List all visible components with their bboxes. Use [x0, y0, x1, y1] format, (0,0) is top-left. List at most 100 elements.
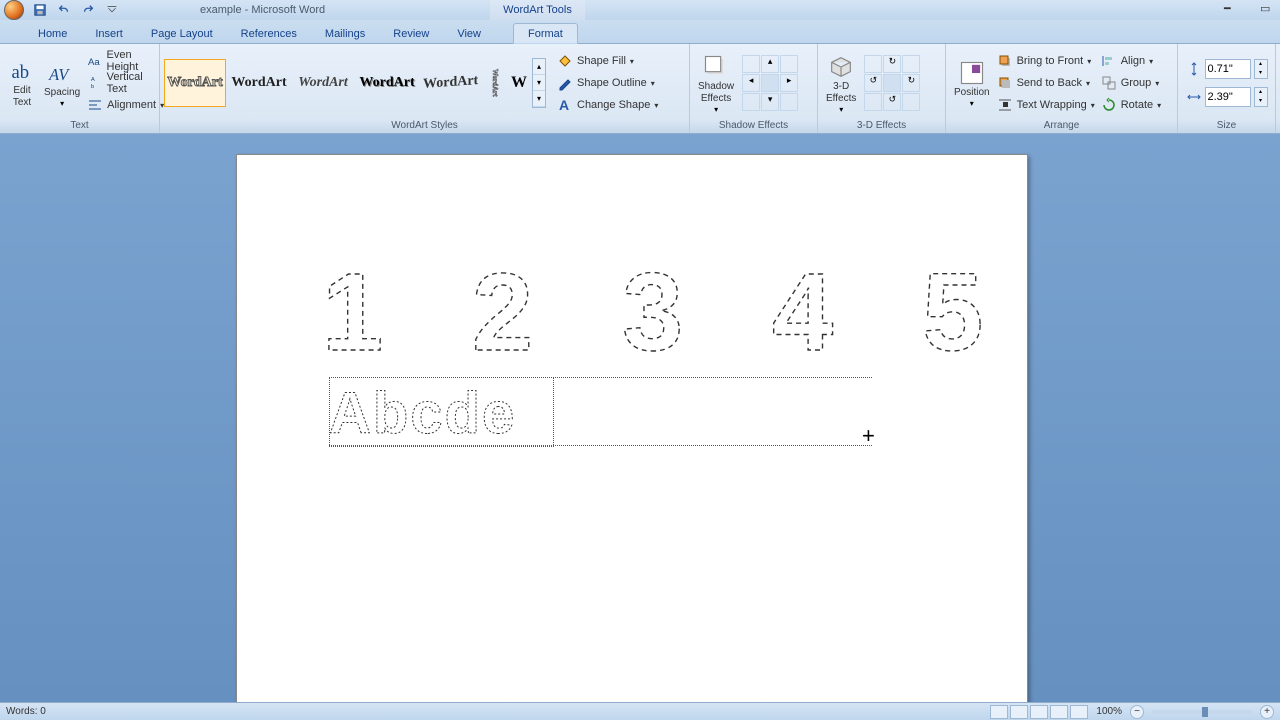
nudge-shadow-down[interactable]: ▾ [761, 93, 779, 111]
edit-text-button[interactable]: ab Edit Text [4, 55, 40, 111]
status-words: Words: 0 [6, 706, 46, 717]
edit-text-icon: ab [8, 57, 36, 85]
height-down[interactable]: ▾ [1255, 69, 1267, 78]
qat-customize[interactable] [101, 1, 123, 19]
gallery-scroll-down[interactable]: ▾ [533, 75, 545, 91]
maximize-button[interactable]: ▭ [1260, 2, 1274, 16]
gallery-more[interactable]: ▾ [533, 91, 545, 107]
ribbon: ab Edit Text AV Spacing ▾ Aa Even Height… [0, 44, 1280, 134]
wordart-style-2[interactable]: WordArt [228, 59, 290, 107]
3d-effects-button[interactable]: 3-D Effects ▾ [822, 51, 860, 116]
tilt-left[interactable]: ↺ [864, 74, 882, 92]
group-size: ▴▾ ▴▾ Size [1178, 44, 1276, 133]
send-to-back-button[interactable]: Send to Back ▾ [994, 72, 1098, 94]
nudge-shadow-up[interactable]: ▴ [761, 55, 779, 73]
view-full-screen[interactable] [1010, 705, 1028, 719]
chevron-down-icon: ▾ [1087, 57, 1091, 66]
nudge-shadow-up-left[interactable] [742, 55, 760, 73]
tilt-right[interactable]: ↻ [902, 74, 920, 92]
tilt-up-left[interactable] [864, 55, 882, 73]
spacing-button[interactable]: AV Spacing ▾ [40, 57, 84, 110]
tilt-down-right[interactable] [902, 93, 920, 111]
tab-home[interactable]: Home [24, 24, 81, 43]
qat-redo[interactable] [77, 1, 99, 19]
zoom-in[interactable]: + [1260, 705, 1274, 719]
nudge-shadow-right[interactable]: ▸ [780, 74, 798, 92]
wordart-style-7[interactable]: W [508, 59, 530, 107]
wordart-style-4[interactable]: WordArt [356, 59, 418, 107]
change-shape-icon: A [557, 97, 573, 113]
shape-fill-button[interactable]: Shape Fill ▾ [554, 50, 661, 72]
number-3: 3 [617, 255, 697, 365]
wordart-style-1[interactable]: WordArt [164, 59, 226, 107]
tilt-down[interactable]: ↺ [883, 93, 901, 111]
shadow-toggle[interactable] [761, 74, 779, 92]
svg-text:Aa: Aa [88, 57, 100, 68]
qat-undo[interactable] [53, 1, 75, 19]
tilt-up-right[interactable] [902, 55, 920, 73]
height-input[interactable] [1205, 59, 1251, 79]
tab-review[interactable]: Review [379, 24, 443, 43]
tab-references[interactable]: References [227, 24, 311, 43]
send-back-icon [997, 75, 1013, 91]
svg-text:1: 1 [322, 255, 383, 365]
rotate-button[interactable]: Rotate ▾ [1098, 94, 1164, 116]
tab-view[interactable]: View [443, 24, 495, 43]
3d-toggle[interactable] [883, 74, 901, 92]
wordart-style-3[interactable]: WordArt [292, 59, 354, 107]
zoom-slider[interactable] [1152, 710, 1252, 714]
position-icon [958, 59, 986, 87]
height-up[interactable]: ▴ [1255, 60, 1267, 69]
align-icon [1101, 53, 1117, 69]
even-height-button[interactable]: Aa Even Height [84, 50, 167, 72]
view-print-layout[interactable] [990, 705, 1008, 719]
wordart-style-5[interactable]: WordArt [420, 59, 482, 107]
text-wrap-icon [997, 97, 1013, 113]
tab-format[interactable]: Format [513, 23, 578, 44]
even-height-icon: Aa [87, 53, 102, 69]
office-button[interactable] [4, 0, 24, 20]
gallery-scroll-up[interactable]: ▴ [533, 59, 545, 75]
position-button[interactable]: Position ▾ [950, 57, 994, 110]
minimize-button[interactable]: ━ [1224, 2, 1238, 16]
document-area[interactable]: 12345 Abcde + [0, 134, 1280, 702]
svg-text:b: b [91, 84, 94, 90]
wordart-style-6[interactable]: WordArt [484, 59, 506, 107]
nudge-shadow-down-left[interactable] [742, 93, 760, 111]
chevron-down-icon: ▾ [651, 79, 655, 88]
zoom-out[interactable]: − [1130, 705, 1144, 719]
tilt-up[interactable]: ↻ [883, 55, 901, 73]
align-button[interactable]: Align ▾ [1098, 50, 1164, 72]
width-up[interactable]: ▴ [1255, 88, 1267, 97]
tab-mailings[interactable]: Mailings [311, 24, 379, 43]
spacing-icon: AV [48, 59, 76, 87]
view-outline[interactable] [1050, 705, 1068, 719]
tilt-down-left[interactable] [864, 93, 882, 111]
bring-to-front-button[interactable]: Bring to Front ▾ [994, 50, 1098, 72]
gallery-scroll: ▴ ▾ ▾ [532, 58, 546, 108]
alignment-button[interactable]: Alignment ▾ [84, 94, 167, 116]
wordart-numbers[interactable]: 12345 [317, 255, 997, 365]
width-down[interactable]: ▾ [1255, 97, 1267, 106]
width-input[interactable] [1205, 87, 1251, 107]
zoom-label[interactable]: 100% [1096, 706, 1122, 717]
tab-page-layout[interactable]: Page Layout [137, 24, 227, 43]
nudge-shadow-down-right[interactable] [780, 93, 798, 111]
svg-text:4: 4 [772, 255, 833, 365]
chevron-down-icon [105, 3, 119, 17]
view-draft[interactable] [1070, 705, 1088, 719]
shadow-effects-button[interactable]: Shadow Effects ▾ [694, 51, 738, 116]
nudge-shadow-left[interactable]: ◂ [742, 74, 760, 92]
chevron-down-icon: ▾ [1091, 101, 1095, 110]
shape-outline-button[interactable]: Shape Outline ▾ [554, 72, 661, 94]
group-button[interactable]: Group ▾ [1098, 72, 1164, 94]
change-shape-button[interactable]: A Change Shape ▾ [554, 94, 661, 116]
vertical-text-button[interactable]: Ab Vertical Text [84, 72, 167, 94]
wordart-letters[interactable]: Abcde [329, 377, 554, 445]
text-wrapping-button[interactable]: Text Wrapping ▾ [994, 94, 1098, 116]
group-3d-effects: 3-D Effects ▾ ↻ ↺ ↻ ↺ 3-D Effects [818, 44, 946, 133]
tab-insert[interactable]: Insert [81, 24, 137, 43]
nudge-shadow-up-right[interactable] [780, 55, 798, 73]
qat-save[interactable] [29, 1, 51, 19]
view-web-layout[interactable] [1030, 705, 1048, 719]
